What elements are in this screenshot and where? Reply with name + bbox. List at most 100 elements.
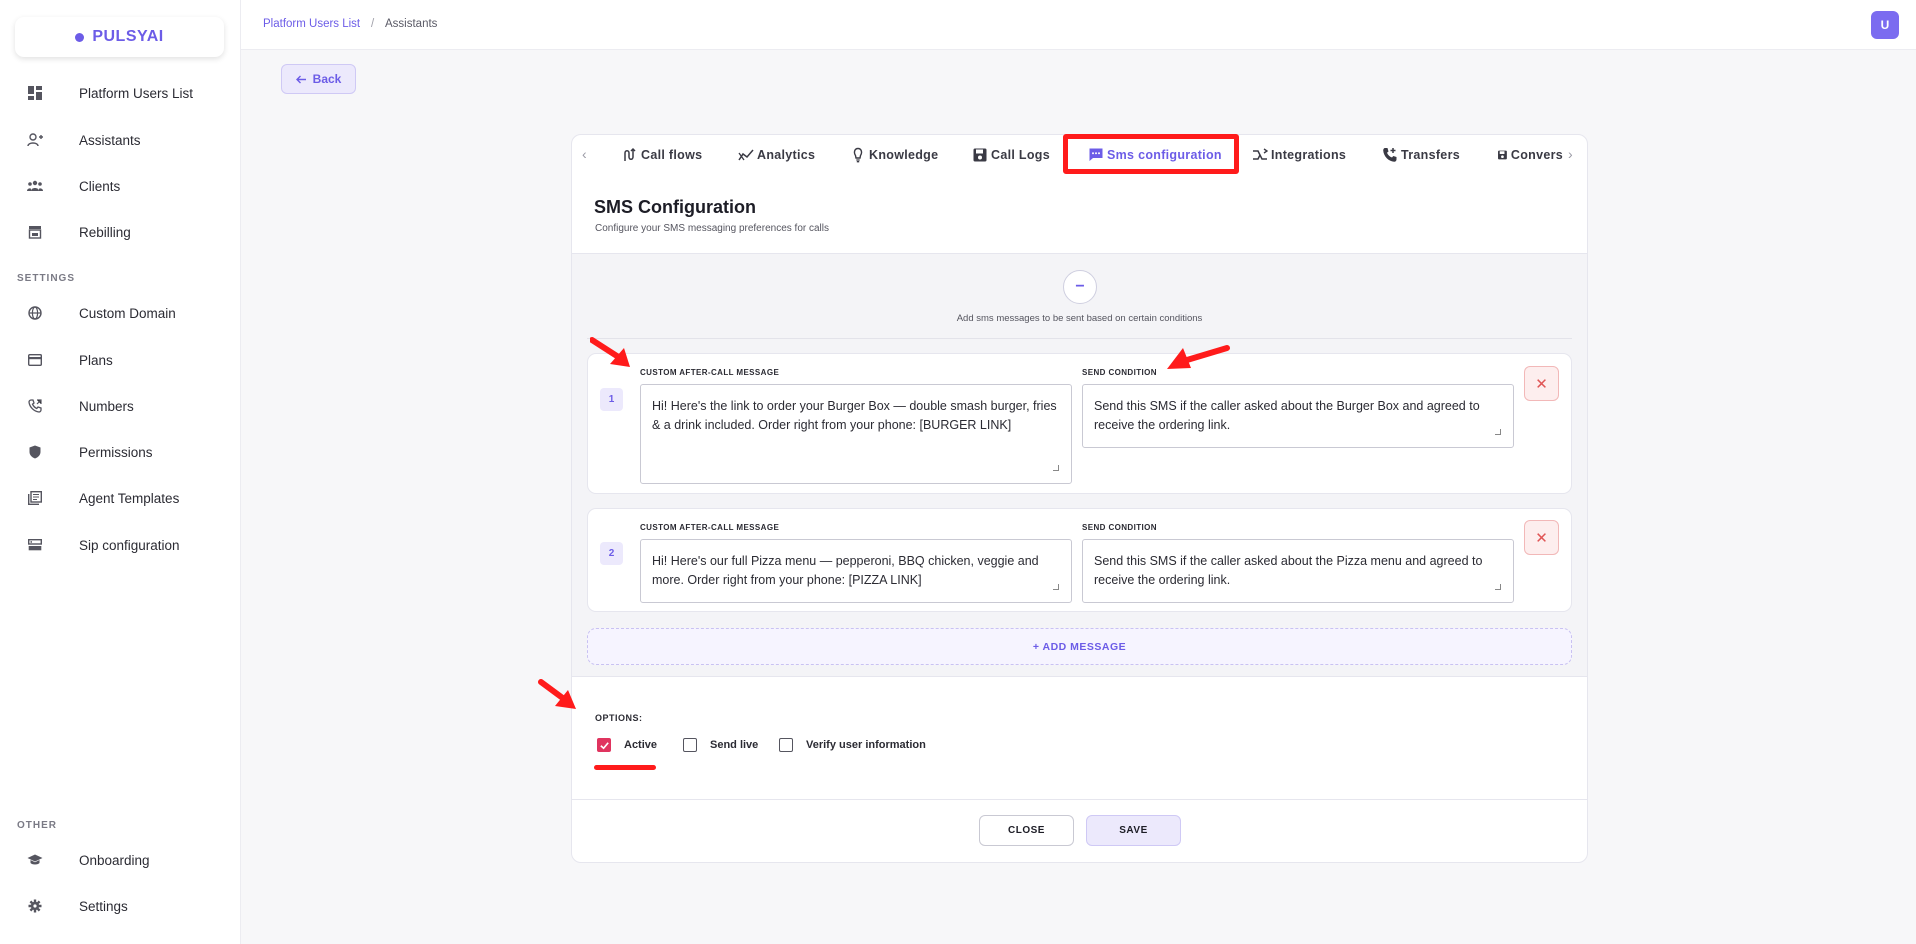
tab-label: Sms configuration (1107, 148, 1222, 162)
message-textarea[interactable]: Hi! Here's our full Pizza menu — peppero… (640, 539, 1072, 603)
condition-textarea[interactable]: Send this SMS if the caller asked about … (1082, 384, 1514, 448)
sidebar-item-permissions[interactable]: Permissions (0, 434, 240, 470)
sidebar-item-platform-users-list[interactable]: Platform Users List (0, 75, 240, 111)
tab-label: Analytics (757, 148, 816, 162)
resize-handle-icon[interactable] (1495, 429, 1501, 435)
sidebar-item-label: Clients (79, 178, 121, 194)
brand-logo[interactable]: PULSYAI (15, 17, 224, 57)
option-send-live[interactable]: Send live (683, 738, 758, 752)
group-icon (27, 178, 43, 194)
sidebar-item-sip-configuration[interactable]: Sip configuration (0, 527, 240, 563)
graduation-cap-icon (27, 852, 43, 868)
sidebar-item-custom-domain[interactable]: Custom Domain (0, 295, 240, 331)
breadcrumb-link[interactable]: Platform Users List (263, 18, 360, 30)
tab-transfers[interactable]: Transfers (1382, 146, 1460, 164)
breadcrumb-current: Assistants (385, 18, 438, 30)
active-underline-annotation (594, 765, 656, 770)
sidebar-item-assistants[interactable]: Assistants (0, 122, 240, 158)
option-verify-user-information[interactable]: Verify user information (779, 738, 926, 752)
condition-textarea[interactable]: Send this SMS if the caller asked about … (1082, 539, 1514, 603)
option-label: Active (624, 739, 658, 751)
message-index: 1 (600, 388, 623, 411)
sidebar-item-label: Assistants (79, 132, 141, 148)
tab-bar: ‹ Call flows Analytics Knowledge Call Lo… (572, 134, 1587, 174)
phone-forward-icon (1383, 148, 1397, 162)
verify-user-checkbox[interactable] (779, 738, 793, 752)
delete-message-button[interactable]: ✕ (1524, 520, 1559, 555)
add-message-button[interactable]: + ADD MESSAGE (587, 628, 1572, 665)
tab-label: Call Logs (991, 148, 1050, 162)
resize-handle-icon[interactable] (1053, 465, 1059, 471)
delete-message-button[interactable]: ✕ (1524, 366, 1559, 401)
sidebar-item-label: Rebilling (79, 224, 131, 240)
divider (572, 799, 1587, 800)
sidebar-item-label: Custom Domain (79, 305, 176, 321)
sidebar-item-label: Onboarding (79, 852, 150, 868)
arrow-left-icon (295, 75, 306, 83)
tab-sms-configuration[interactable]: Sms configuration (1088, 146, 1222, 164)
send-live-checkbox[interactable] (683, 738, 697, 752)
tab-conversations[interactable]: Convers (1497, 146, 1563, 164)
option-label: Send live (710, 739, 759, 751)
globe-icon (27, 305, 43, 321)
close-button[interactable]: CLOSE (979, 815, 1074, 846)
flow-icon (624, 147, 636, 161)
option-label: Verify user information (806, 739, 926, 751)
condition-field-label: SEND CONDITION (1082, 368, 1157, 377)
back-button[interactable]: Back (281, 64, 356, 94)
store-icon (27, 224, 43, 240)
sidebar-item-onboarding[interactable]: Onboarding (0, 842, 240, 878)
sms-messages-zone: − Add sms messages to be sent based on c… (572, 253, 1587, 677)
resize-handle-icon[interactable] (1053, 584, 1059, 590)
breadcrumb-separator: / (371, 18, 375, 30)
condition-field-label: SEND CONDITION (1082, 523, 1157, 532)
tab-analytics[interactable]: Analytics (738, 146, 815, 164)
sidebar-item-label: Agent Templates (79, 490, 180, 506)
sidebar-item-rebilling[interactable]: Rebilling (0, 214, 240, 250)
save-disk-icon (1498, 150, 1507, 160)
message-text: Hi! Here's our full Pizza menu — peppero… (652, 554, 1039, 587)
sms-config-card: ‹ Call flows Analytics Knowledge Call Lo… (571, 134, 1588, 863)
sidebar-item-plans[interactable]: Plans (0, 342, 240, 378)
chevron-right-icon[interactable]: › (1568, 146, 1573, 162)
sms-message-row: 1 CUSTOM AFTER-CALL MESSAGE Hi! Here's t… (587, 353, 1572, 494)
check-icon (599, 741, 609, 749)
active-checkbox[interactable] (597, 738, 611, 752)
sidebar-item-agent-templates[interactable]: Agent Templates (0, 480, 240, 516)
merge-icon (1253, 148, 1268, 160)
page-subtitle: Configure your SMS messaging preferences… (595, 223, 829, 234)
avatar[interactable]: U (1871, 11, 1899, 39)
message-textarea[interactable]: Hi! Here's the link to order your Burger… (640, 384, 1072, 484)
condition-text: Send this SMS if the caller asked about … (1094, 399, 1480, 432)
collapse-button[interactable]: − (1063, 270, 1097, 304)
message-field-label: CUSTOM AFTER-CALL MESSAGE (640, 368, 780, 377)
option-active[interactable]: Active (597, 738, 657, 752)
tab-label: Transfers (1401, 148, 1460, 162)
divider (587, 338, 1572, 339)
phone-icon (27, 398, 43, 414)
sidebar-item-settings[interactable]: Settings (0, 888, 240, 924)
sidebar: PULSYAI Platform Users List Assistants C… (0, 0, 241, 944)
options-label: OPTIONS: (595, 713, 643, 723)
save-disk-icon (973, 148, 987, 162)
tab-call-logs[interactable]: Call Logs (972, 146, 1050, 164)
sidebar-item-clients[interactable]: Clients (0, 168, 240, 204)
sidebar-item-label: Sip configuration (79, 537, 180, 553)
top-bar: Platform Users List / Assistants U (241, 0, 1916, 50)
section-label-other: OTHER (17, 820, 57, 831)
logo-dot-icon (75, 32, 85, 42)
sidebar-item-label: Plans (79, 352, 113, 368)
resize-handle-icon[interactable] (1495, 584, 1501, 590)
library-icon (27, 490, 43, 506)
gear-icon (27, 898, 43, 914)
sms-icon (1089, 148, 1103, 161)
tab-knowledge[interactable]: Knowledge (850, 146, 938, 164)
tab-integrations[interactable]: Integrations (1252, 146, 1346, 164)
chevron-left-icon[interactable]: ‹ (582, 146, 587, 162)
message-text: Hi! Here's the link to order your Burger… (652, 399, 1057, 432)
tab-label: Knowledge (869, 148, 939, 162)
tab-call-flows[interactable]: Call flows (622, 146, 702, 164)
sidebar-item-numbers[interactable]: Numbers (0, 388, 240, 424)
save-button[interactable]: SAVE (1086, 815, 1181, 846)
close-icon: ✕ (1535, 375, 1548, 393)
